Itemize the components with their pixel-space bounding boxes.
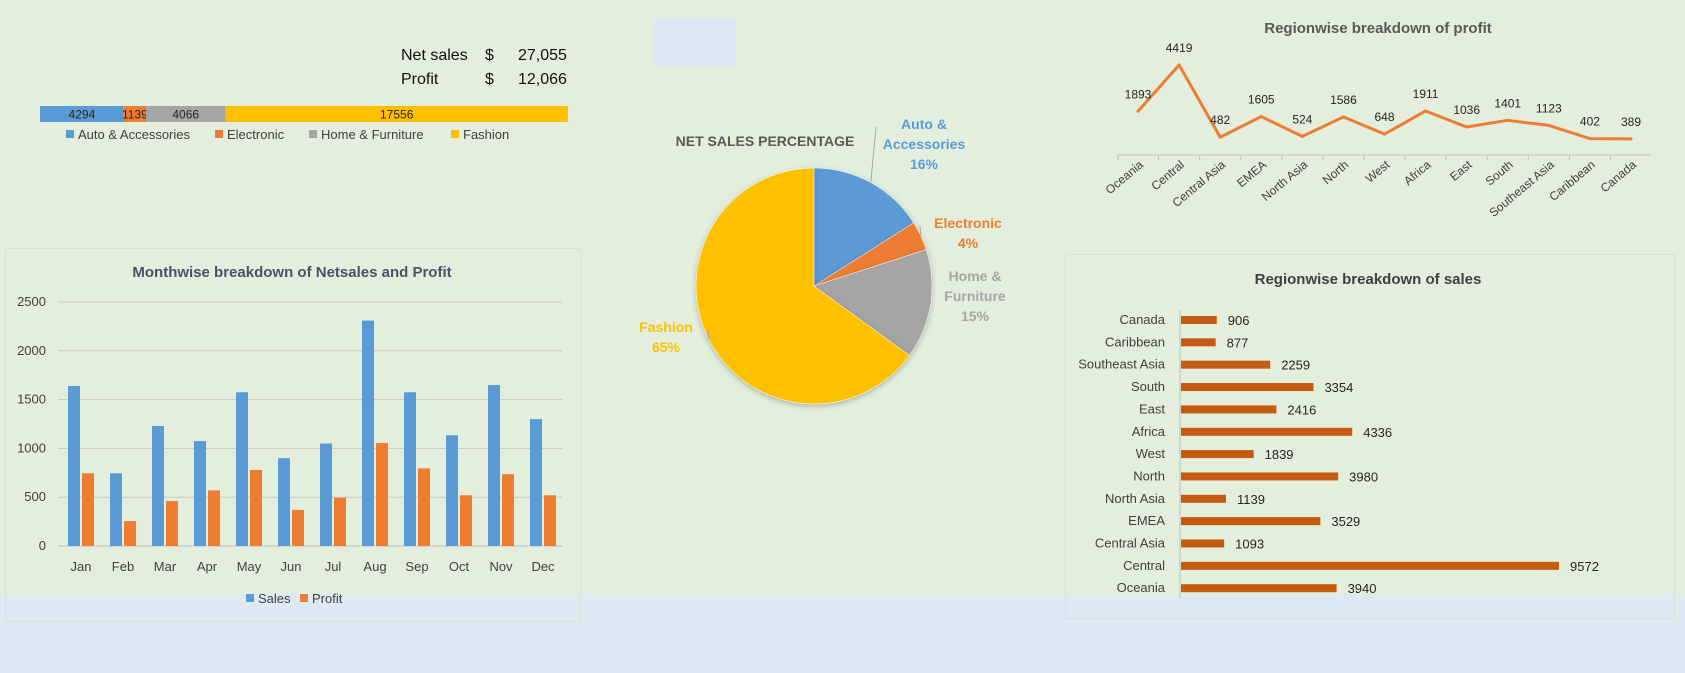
pie-slice-label: Home & Furniture 15% xyxy=(944,268,1006,324)
stack-segment-label: 4066 xyxy=(172,108,199,122)
profit-category-label: Southeast Asia xyxy=(1486,157,1557,219)
profit-data-label: 648 xyxy=(1374,110,1394,124)
profit-data-label: 524 xyxy=(1292,112,1312,126)
profit-data-label: 389 xyxy=(1621,115,1641,129)
pie-slice-label: Auto & Accessories 16% xyxy=(883,116,966,172)
legend-swatch xyxy=(451,130,459,138)
legend-entry: Electronic xyxy=(227,127,285,142)
profit-data-label: 1123 xyxy=(1536,101,1562,115)
monthly-chart-frame xyxy=(5,248,581,622)
net-sales-value: 27,055 xyxy=(518,47,567,64)
profit-category-label: Central Asia xyxy=(1170,157,1229,210)
legend-swatch xyxy=(66,130,74,138)
stack-segment xyxy=(146,106,226,122)
legend-entry: Home & Furniture xyxy=(321,127,424,142)
profit-data-label: 402 xyxy=(1580,115,1600,129)
pie-leader-line xyxy=(870,126,877,183)
pie-label-line: Furniture xyxy=(944,288,1006,304)
profit-category-label: East xyxy=(1447,157,1475,184)
pie-chart-title: NET SALES PERCENTAGE xyxy=(676,133,855,149)
profit-category-label: Central xyxy=(1148,158,1187,194)
net-sales-currency: $ xyxy=(485,47,494,64)
profit-point xyxy=(1177,63,1181,67)
profit-point xyxy=(1259,115,1263,119)
legend-swatch xyxy=(309,130,317,138)
profit-data-label: 1401 xyxy=(1494,96,1521,110)
profit-data-label: 482 xyxy=(1210,113,1230,127)
profit-category-label: North xyxy=(1320,158,1351,188)
stack-segment xyxy=(225,106,568,122)
stack-segment-label: 1139 xyxy=(122,108,148,122)
placeholder-box xyxy=(654,18,736,66)
stack-segment xyxy=(40,106,124,122)
pie-label-line: 15% xyxy=(961,308,990,324)
pie-label-line: Accessories xyxy=(883,136,966,152)
profit-point xyxy=(1383,132,1386,136)
profit-currency: $ xyxy=(485,71,494,88)
profit-category-label: Canada xyxy=(1598,157,1639,195)
profit-data-label: 1036 xyxy=(1453,103,1480,117)
profit-point xyxy=(1547,123,1551,127)
profit-point xyxy=(1506,118,1510,122)
net-sales-label: Net sales xyxy=(401,47,468,64)
legend-swatch xyxy=(215,130,223,138)
profit-data-label: 1605 xyxy=(1248,93,1275,107)
profit-point xyxy=(1341,115,1345,119)
stack-segment-label: 4294 xyxy=(69,108,96,122)
profit-category-label: West xyxy=(1363,157,1393,186)
profit-data-label: 1586 xyxy=(1330,93,1357,107)
pie-slice-label: Fashion 65% xyxy=(639,319,693,355)
profit-point xyxy=(1588,137,1592,141)
profit-point xyxy=(1629,137,1633,141)
stack-segment xyxy=(123,106,147,122)
pie-label-line: Fashion xyxy=(639,319,693,335)
profit-category-label: Oceania xyxy=(1103,157,1146,197)
profit-point xyxy=(1218,135,1222,139)
pie-label-line: 4% xyxy=(958,235,979,251)
profit-category-label: South xyxy=(1483,158,1516,189)
profit-line-chart-title: Regionwise breakdown of profit xyxy=(1264,20,1492,37)
pie-label-line: 16% xyxy=(910,156,939,172)
profit-point xyxy=(1465,125,1469,129)
profit-point xyxy=(1424,109,1428,113)
legend-entry: Auto & Accessories xyxy=(78,127,190,142)
profit-category-label: EMEA xyxy=(1234,158,1269,191)
profit-data-label: 4419 xyxy=(1166,41,1193,55)
stack-segment-label: 17556 xyxy=(380,108,414,122)
regional-sales-chart-frame xyxy=(1065,254,1675,619)
pie-label-line: Electronic xyxy=(934,215,1002,231)
pie-leader-line xyxy=(707,329,710,340)
profit-point xyxy=(1300,134,1304,138)
pie-leader-line xyxy=(919,225,922,236)
pie-slice xyxy=(813,222,927,287)
profit-data-label: 1911 xyxy=(1413,87,1439,101)
profit-category-label: Caribbean xyxy=(1546,158,1597,204)
legend-entry: Fashion xyxy=(463,127,509,142)
pie-leader-line xyxy=(926,278,932,305)
profit-category-label: Africa xyxy=(1401,157,1434,188)
profit-data-label: 1893 xyxy=(1125,87,1152,101)
pie-label-line: Home & xyxy=(949,268,1002,284)
profit-line xyxy=(1136,63,1632,141)
profit-category-label: North Asia xyxy=(1259,157,1311,204)
profit-value: 12,066 xyxy=(518,71,567,88)
pie-slice xyxy=(813,249,933,356)
pie-slice-label: Electronic 4% xyxy=(934,215,1002,251)
pie-label-line: 65% xyxy=(652,339,681,355)
profit-point xyxy=(1136,109,1140,113)
pie-slice xyxy=(813,167,914,287)
pie-slice xyxy=(695,167,910,405)
pie-label-line: Auto & xyxy=(901,116,947,132)
profit-label: Profit xyxy=(401,71,439,88)
